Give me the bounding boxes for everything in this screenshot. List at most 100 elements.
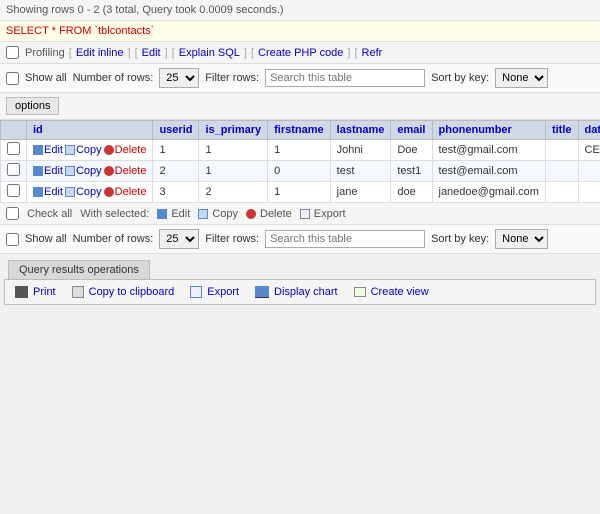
cell-isprimary-2: 1 xyxy=(268,182,331,203)
num-rows-label-bottom: Number of rows: xyxy=(73,233,154,245)
filter-rows-input-bottom[interactable] xyxy=(265,230,425,248)
bulk-copy-link[interactable]: Copy xyxy=(198,208,238,220)
th-firstname: firstname xyxy=(268,121,331,140)
cell-userid-0: 1 xyxy=(199,140,268,161)
cell-title-0: CEO xyxy=(578,140,600,161)
sort-datecreated-link[interactable]: datecreated xyxy=(585,124,600,136)
export-icon-bulk xyxy=(300,209,310,219)
cell-userid-2: 2 xyxy=(199,182,268,203)
delete-row-0[interactable]: Delete xyxy=(104,144,147,156)
delete-icon-0 xyxy=(104,145,114,155)
options-bar: options xyxy=(0,93,600,120)
cell-lastname-1: test1 xyxy=(391,161,432,182)
th-id: id xyxy=(27,121,153,140)
chart-icon xyxy=(255,286,269,298)
display-chart-link[interactable]: Display chart xyxy=(255,286,338,298)
pencil-icon-bulk xyxy=(157,209,167,219)
print-link[interactable]: Print xyxy=(15,286,56,298)
explain-sql-link[interactable]: Explain SQL xyxy=(179,47,240,59)
sort-lastname-link[interactable]: lastname xyxy=(337,124,385,136)
sort-title-link[interactable]: title xyxy=(552,124,572,136)
top-bar: Showing rows 0 - 2 (3 total, Query took … xyxy=(0,0,600,21)
num-rows-select-bottom[interactable]: 25 50 100 xyxy=(159,229,199,249)
cell-userid-1: 1 xyxy=(199,161,268,182)
check-all-link[interactable]: Check all xyxy=(27,208,72,220)
sort-by-select-top[interactable]: None xyxy=(495,68,548,88)
cell-isprimary-1: 0 xyxy=(268,161,331,182)
cell-firstname-2: jane xyxy=(330,182,391,203)
check-all-label: Check all xyxy=(27,208,72,220)
edit-link[interactable]: Edit xyxy=(142,47,161,59)
sort-id-link[interactable]: id xyxy=(33,124,43,136)
query-ops-tab-label: Query results operations xyxy=(19,264,139,276)
th-userid: userid xyxy=(153,121,199,140)
action-bar: Profiling [ Edit inline ] [ Edit ] [ Exp… xyxy=(0,42,600,64)
create-view-label: Create view xyxy=(371,286,429,298)
copy-icon-1 xyxy=(65,166,75,176)
cell-firstname-0: Johni xyxy=(330,140,391,161)
profiling-checkbox[interactable] xyxy=(6,46,19,59)
show-all-label-bottom: Show all xyxy=(25,233,67,245)
edit-row-1[interactable]: Edit xyxy=(33,165,63,177)
bulk-delete-link[interactable]: Delete xyxy=(246,208,292,220)
with-selected-label: With selected: xyxy=(80,208,149,220)
show-all-checkbox-bottom[interactable] xyxy=(6,233,19,246)
refresh-link[interactable]: Refr xyxy=(362,47,383,59)
delete-row-1[interactable]: Delete xyxy=(104,165,147,177)
options-button[interactable]: options xyxy=(6,97,59,115)
edit-row-0[interactable]: Edit xyxy=(33,144,63,156)
sort-email-link[interactable]: email xyxy=(397,124,425,136)
sort-phonenumber-link[interactable]: phonenumber xyxy=(439,124,512,136)
bulk-edit-label: Edit xyxy=(171,208,190,220)
row-checkbox-0[interactable] xyxy=(7,142,20,155)
query-ops-bar: Print Copy to clipboard Export Display c… xyxy=(4,279,596,305)
edit-icon-2 xyxy=(33,187,43,197)
query-stats: Showing rows 0 - 2 (3 total, Query took … xyxy=(6,4,284,16)
filter-rows-input-top[interactable] xyxy=(265,69,425,87)
sort-userid-link[interactable]: userid xyxy=(159,124,192,136)
copy-icon-bulk xyxy=(198,209,208,219)
copy-row-2[interactable]: Copy xyxy=(65,186,102,198)
delete-icon-2 xyxy=(104,187,114,197)
copy-clipboard-label: Copy to clipboard xyxy=(89,286,175,298)
export-link[interactable]: Export xyxy=(190,286,239,298)
cell-email-2: janedoe@gmail.com xyxy=(432,182,545,203)
check-all-checkbox[interactable] xyxy=(6,207,19,220)
edit-row-2[interactable]: Edit xyxy=(33,186,63,198)
copy-icon-0 xyxy=(65,145,75,155)
query-ops-section: Query results operations Print Copy to c… xyxy=(0,254,600,305)
table-row: Edit Copy Delete 3 2 1 jane doe janedoe@… xyxy=(1,182,600,203)
edit-icon-1 xyxy=(33,166,43,176)
cell-id-1: 2 xyxy=(153,161,199,182)
row-checkbox-1[interactable] xyxy=(7,163,20,176)
edit-inline-link[interactable]: Edit inline xyxy=(76,47,124,59)
sql-rest: * FROM `tblcontacts` xyxy=(52,25,155,37)
sort-by-select-bottom[interactable]: None xyxy=(495,229,548,249)
cell-isprimary-0: 1 xyxy=(268,140,331,161)
copy-clipboard-link[interactable]: Copy to clipboard xyxy=(72,286,175,298)
bulk-edit-link[interactable]: Edit xyxy=(157,208,190,220)
create-php-link[interactable]: Create PHP code xyxy=(258,47,343,59)
copy-row-1[interactable]: Copy xyxy=(65,165,102,177)
cell-id-2: 3 xyxy=(153,182,199,203)
filter-bar-bottom: Show all Number of rows: 25 50 100 Filte… xyxy=(0,225,600,254)
query-ops-tab[interactable]: Query results operations xyxy=(8,260,150,279)
th-title: title xyxy=(545,121,578,140)
export-icon xyxy=(190,286,202,298)
filter-rows-label-bottom: Filter rows: xyxy=(205,233,259,245)
print-icon xyxy=(15,286,28,298)
delete-row-2[interactable]: Delete xyxy=(104,186,147,198)
sort-isprimary-link[interactable]: is_primary xyxy=(205,124,261,136)
num-rows-select-top[interactable]: 25 50 100 xyxy=(159,68,199,88)
bulk-export-label: Export xyxy=(314,208,346,220)
export-label: Export xyxy=(207,286,239,298)
table-header-row: id userid is_primary firstname lastname … xyxy=(1,121,600,140)
show-all-checkbox-top[interactable] xyxy=(6,72,19,85)
bulk-export-link[interactable]: Export xyxy=(300,208,346,220)
copy-row-0[interactable]: Copy xyxy=(65,144,102,156)
row-checkbox-2[interactable] xyxy=(7,184,20,197)
table-row: Edit Copy Delete 2 1 0 test test1 test@e… xyxy=(1,161,600,182)
sort-firstname-link[interactable]: firstname xyxy=(274,124,324,136)
sql-select: SELECT xyxy=(6,25,49,37)
create-view-link[interactable]: Create view xyxy=(354,286,429,298)
